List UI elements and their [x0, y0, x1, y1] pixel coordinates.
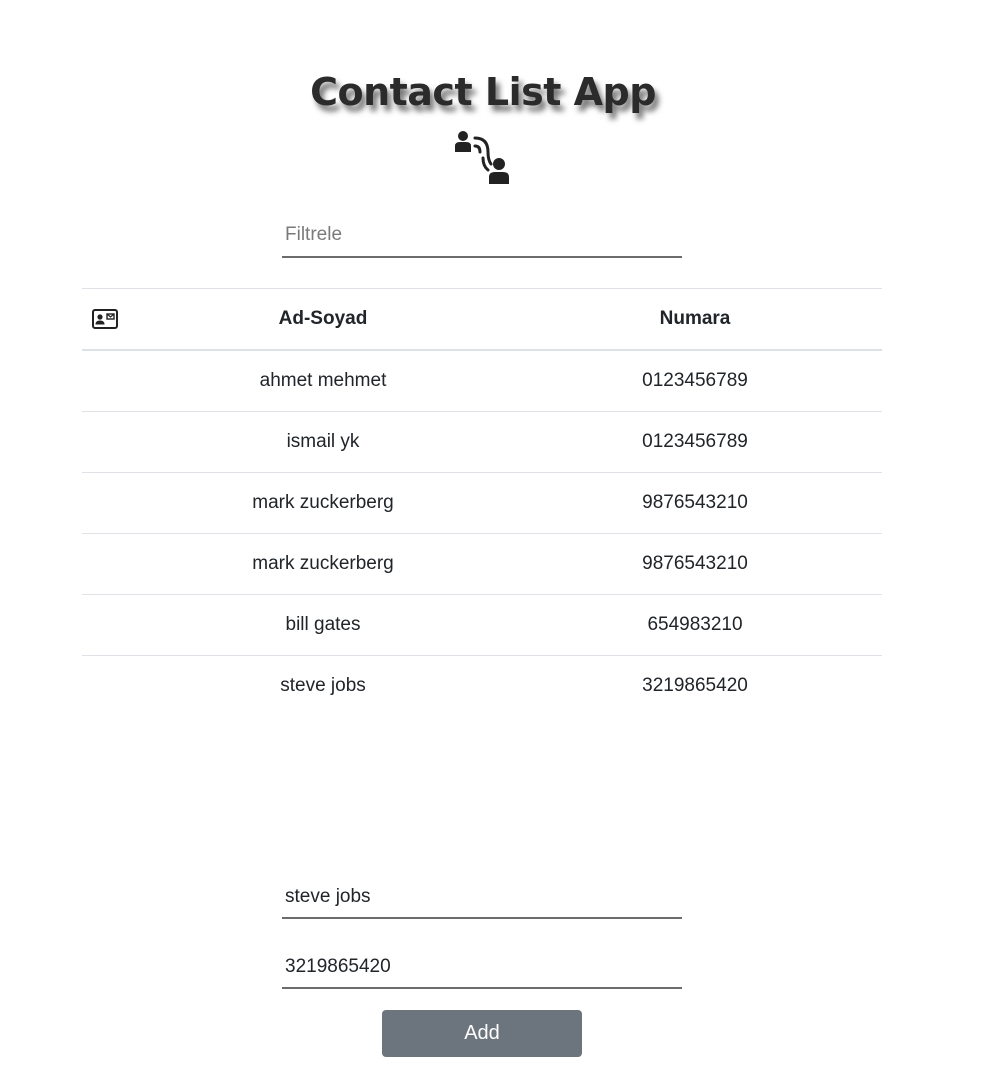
page-title: Contact List App [310, 70, 656, 114]
filter-field [282, 214, 682, 258]
table-row[interactable]: ahmet mehmet 0123456789 [82, 350, 882, 412]
row-icon-cell [82, 412, 138, 473]
table-row[interactable]: mark zuckerberg 9876543210 [82, 534, 882, 595]
row-icon-cell [82, 656, 138, 717]
table-row[interactable]: steve jobs 3219865420 [82, 656, 882, 717]
row-icon-cell [82, 534, 138, 595]
row-icon-cell [82, 350, 138, 412]
header-icon-cell [82, 289, 138, 351]
row-icon-cell [82, 595, 138, 656]
contact-name-cell: ahmet mehmet [259, 370, 387, 391]
contact-number-cell: 3219865420 [642, 675, 748, 696]
contact-number-cell: 0123456789 [642, 370, 748, 391]
name-field [282, 876, 682, 919]
table-row[interactable]: ismail yk 0123456789 [82, 412, 882, 473]
contact-name-cell: mark zuckerberg [252, 492, 394, 513]
table-header-row: Ad-Soyad Numara [82, 288, 882, 351]
row-icon-cell [82, 473, 138, 534]
contact-number-cell: 0123456789 [642, 431, 748, 452]
contact-number-cell: 9876543210 [642, 553, 748, 574]
contact-name-cell: steve jobs [280, 675, 366, 696]
contact-name-cell: ismail yk [286, 431, 360, 452]
add-button[interactable]: Add [382, 1010, 582, 1057]
contact-card-icon [92, 308, 118, 329]
column-header-name[interactable]: Ad-Soyad [138, 289, 508, 351]
filter-input[interactable] [282, 214, 682, 256]
table-row[interactable]: bill gates 654983210 [82, 595, 882, 656]
contact-name-cell: bill gates [285, 614, 361, 635]
number-field [282, 946, 682, 989]
name-input[interactable] [282, 876, 682, 917]
contact-number-cell: 654983210 [647, 614, 743, 635]
column-header-number[interactable]: Numara [508, 289, 882, 351]
number-input[interactable] [282, 946, 682, 987]
contacts-call-icon [455, 131, 509, 184]
contact-name-cell: mark zuckerberg [252, 553, 394, 574]
contact-number-cell: 9876543210 [642, 492, 748, 513]
table-row[interactable]: mark zuckerberg 9876543210 [82, 473, 882, 534]
contacts-table: Ad-Soyad Numara ahmet mehmet 0123456789 … [82, 288, 882, 716]
